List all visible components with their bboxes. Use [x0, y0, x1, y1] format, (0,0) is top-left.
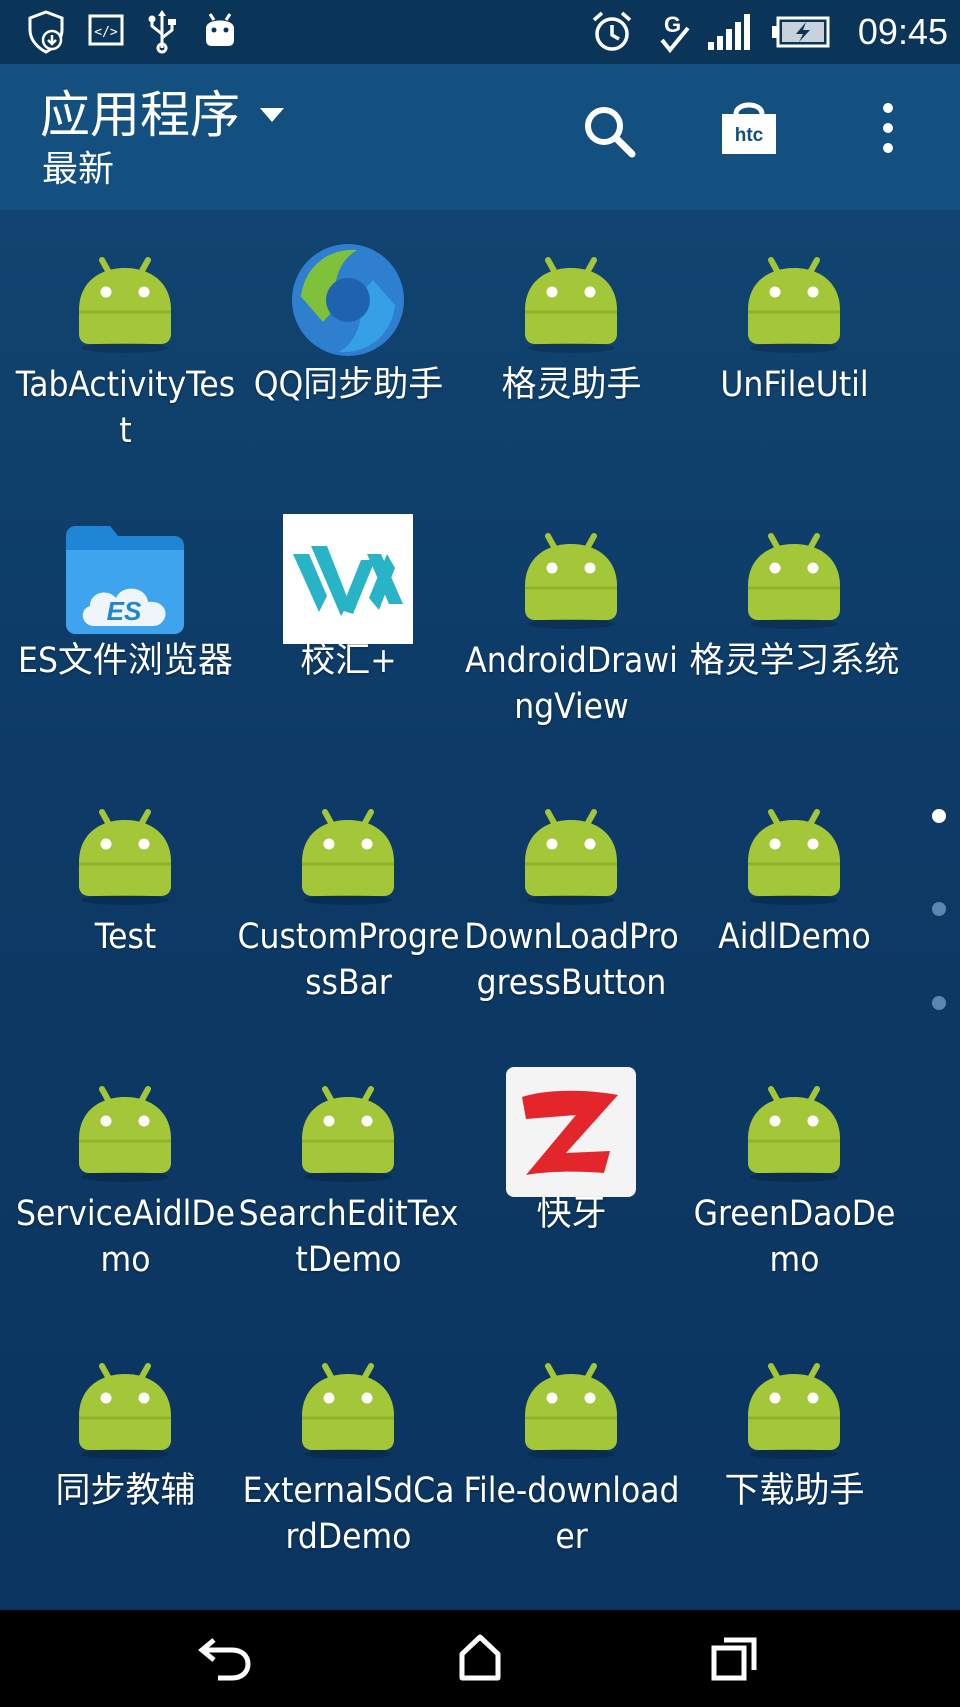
page-dot[interactable] — [932, 902, 946, 916]
app-label: QQ同步助手 — [253, 365, 444, 405]
svg-text:ES: ES — [107, 596, 142, 626]
status-clock: 09:45 — [857, 11, 948, 52]
app-grid: TabActivityTest QQ同步助手 格灵助手 UnFileUtil ES ES文… — [0, 210, 960, 1610]
search-icon[interactable] — [580, 102, 638, 164]
app-tile[interactable]: 格灵助手 — [460, 210, 683, 487]
navigation-bar — [0, 1610, 960, 1707]
alarm-icon — [590, 10, 634, 58]
app-label: 同步教辅 — [55, 1471, 196, 1511]
svg-text:</>: </> — [94, 25, 118, 40]
app-tile[interactable]: UnFileUtil — [683, 210, 906, 487]
app-label: 格灵助手 — [501, 365, 642, 405]
app-label: ServiceAidlDemo — [15, 1194, 236, 1280]
usb-icon — [144, 10, 180, 58]
android-icon — [506, 514, 636, 644]
page-title[interactable]: 应用程序 — [40, 84, 240, 146]
android-icon — [729, 1067, 859, 1197]
android-icon — [60, 1344, 190, 1474]
app-tile[interactable]: ExternalSdCardDemo — [237, 1316, 460, 1593]
shield-download-icon — [26, 10, 66, 58]
android-icon — [60, 1067, 190, 1197]
app-tile[interactable]: 格灵学习系统 — [683, 486, 906, 763]
app-label: TabActivityTest — [15, 365, 236, 451]
app-tile[interactable]: TabActivityTest — [14, 210, 237, 487]
app-tile[interactable]: AndroidDrawingView — [460, 486, 683, 763]
app-tile[interactable]: GreenDaoDemo — [683, 1039, 906, 1316]
back-icon[interactable] — [198, 1632, 254, 1688]
app-label: 校汇+ — [300, 641, 397, 681]
zapya-icon — [506, 1067, 636, 1197]
app-tile[interactable]: ES ES文件浏览器 — [14, 486, 237, 763]
page-dot-active[interactable] — [932, 809, 946, 823]
android-icon — [729, 1344, 859, 1474]
android-icon — [729, 790, 859, 920]
app-label: AidlDemo — [718, 917, 871, 957]
app-label: ExternalSdCardDemo — [242, 1471, 455, 1557]
android-icon — [283, 1344, 413, 1474]
android-icon — [729, 514, 859, 644]
app-tile[interactable]: 校汇+ — [237, 486, 460, 763]
app-label: CustomProgressBar — [237, 917, 460, 1003]
android-icon — [283, 790, 413, 920]
home-icon[interactable] — [456, 1632, 504, 1688]
app-tile[interactable]: Test — [14, 762, 237, 1039]
svg-text:G: G — [664, 12, 681, 37]
app-tile[interactable]: DownLoadProgressButton — [460, 762, 683, 1039]
app-tile[interactable]: ServiceAidlDemo — [14, 1039, 237, 1316]
app-tile[interactable]: SearchEditTextDemo — [237, 1039, 460, 1316]
app-tile[interactable]: AidlDemo — [683, 762, 906, 1039]
app-label: Test — [94, 917, 157, 957]
app-label: ES文件浏览器 — [18, 641, 233, 681]
app-label: File-downloader — [463, 1471, 680, 1557]
qq-sync-icon — [283, 238, 413, 368]
app-label: GreenDaoDemo — [693, 1194, 896, 1280]
app-tile[interactable]: 快牙 — [460, 1039, 683, 1316]
status-bar: </> G 09:45 — [0, 0, 960, 64]
app-tile[interactable]: QQ同步助手 — [237, 210, 460, 487]
app-tile[interactable]: 下载助手 — [683, 1316, 906, 1593]
app-bar: 应用程序 最新 htc — [0, 64, 960, 210]
android-icon — [60, 790, 190, 920]
app-label: UnFileUtil — [720, 365, 869, 405]
android-debug-icon — [200, 10, 240, 54]
android-icon — [506, 1344, 636, 1474]
svg-text:htc: htc — [735, 125, 764, 146]
app-label: 下载助手 — [724, 1471, 865, 1511]
page-dot[interactable] — [932, 996, 946, 1010]
es-file-explorer-icon: ES — [60, 514, 190, 644]
cell-signal-icon — [706, 10, 754, 58]
htc-store-icon[interactable]: htc — [718, 96, 780, 162]
app-label: SearchEditTextDemo — [238, 1194, 459, 1280]
battery-charging-icon — [770, 10, 832, 58]
android-icon — [506, 790, 636, 920]
recents-icon[interactable] — [710, 1632, 760, 1688]
app-label: 格灵学习系统 — [689, 641, 900, 681]
android-icon — [283, 1067, 413, 1197]
app-tile[interactable]: File-downloader — [460, 1316, 683, 1593]
app-label: AndroidDrawingView — [465, 641, 678, 727]
app-tile[interactable]: 同步教辅 — [14, 1316, 237, 1593]
g-signal-icon: G — [656, 10, 692, 60]
android-icon — [506, 238, 636, 368]
android-icon — [60, 238, 190, 368]
app-tile[interactable]: CustomProgressBar — [237, 762, 460, 1039]
app-label: DownLoadProgressButton — [464, 917, 679, 1003]
xiaohui-icon — [283, 514, 413, 644]
dropdown-caret-icon[interactable] — [258, 106, 286, 128]
android-icon — [729, 238, 859, 368]
code-icon: </> — [86, 10, 126, 54]
more-vert-icon[interactable] — [872, 100, 904, 164]
app-label: 快牙 — [536, 1194, 607, 1234]
sort-mode-subtitle: 最新 — [42, 149, 115, 190]
